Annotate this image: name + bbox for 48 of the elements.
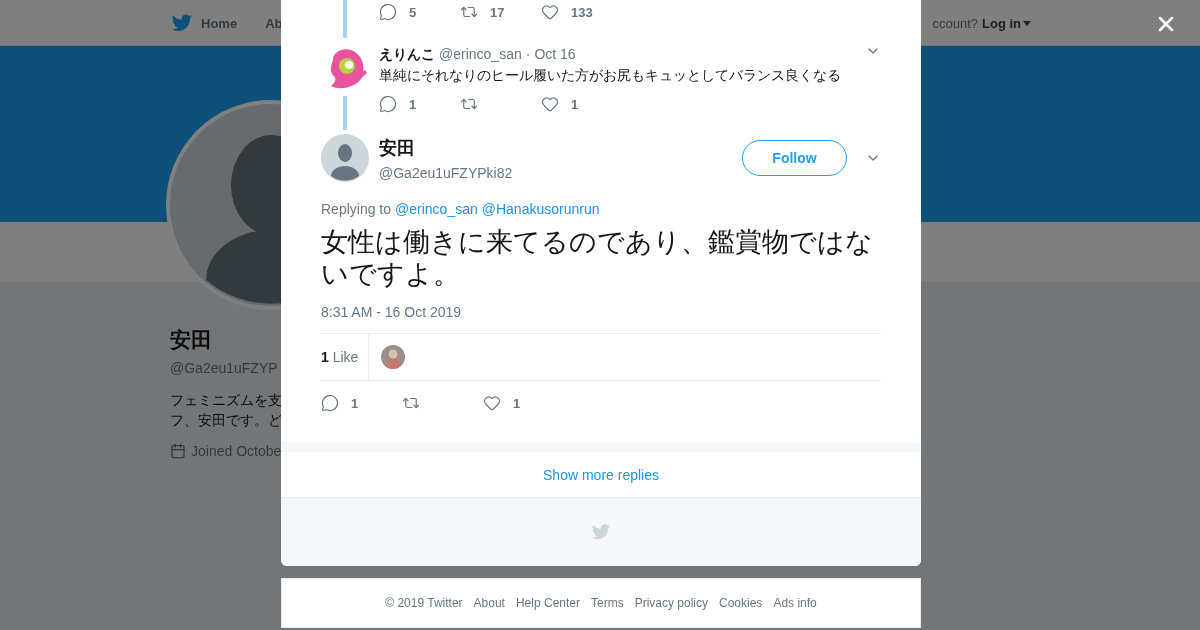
footer-link[interactable]: About <box>473 596 505 610</box>
calendar-icon <box>170 443 186 459</box>
heart-icon <box>541 3 559 21</box>
nav-link[interactable]: Home <box>171 12 238 34</box>
caret-icon <box>1023 20 1031 26</box>
reply-action[interactable]: 5 <box>379 3 460 21</box>
profile-bio: フェミニズムを支 フ、安田です。ど <box>170 391 282 430</box>
tweet-text: 女性は働きに来てるのであり、鑑賞物ではないですよ。 <box>321 226 874 290</box>
mention-link[interactable]: @erinco_san <box>395 201 478 217</box>
avatar <box>321 134 369 182</box>
reply-action[interactable]: 1 <box>379 95 460 113</box>
nav-link[interactable]: Ab <box>265 15 283 31</box>
heart-icon <box>483 394 501 412</box>
profile-name: 安田 <box>170 327 212 353</box>
retweet-action[interactable]: 17 <box>460 3 541 21</box>
reply-icon <box>379 3 397 21</box>
tweet-date: Oct 16 <box>534 46 576 62</box>
reply-action[interactable]: 1 <box>321 394 402 412</box>
like-action[interactable]: 133 <box>541 3 622 21</box>
heart-icon <box>541 95 559 113</box>
author-name: えりんこ <box>379 46 435 64</box>
reply-text: 単純にそれなりのヒール履いた方がお尻もキュッとしてバランス良くなる <box>379 67 842 85</box>
reply-icon <box>321 394 339 412</box>
like-action[interactable]: 1 <box>483 394 564 412</box>
footer-link[interactable]: © 2019 Twitter <box>385 596 463 610</box>
like-count[interactable]: 1 Like <box>321 334 370 380</box>
replying-label: Replying to <box>321 201 392 217</box>
footer-link[interactable]: Terms <box>591 596 624 610</box>
account-prompt: ccount? <box>932 15 978 31</box>
joined-date: Joined Octobe <box>191 443 282 459</box>
profile-handle: @Ga2eu1uFZYP <box>170 360 278 376</box>
liker-avatar[interactable] <box>381 345 406 369</box>
footer-link[interactable]: Privacy policy <box>634 596 708 610</box>
reply-icon <box>379 95 397 113</box>
author-handle: @erinco_san <box>439 46 522 62</box>
footer-link[interactable]: Help Center <box>515 596 580 610</box>
separator-dot: · <box>525 46 531 62</box>
like-action[interactable]: 1 <box>541 95 622 113</box>
footer-link[interactable]: Cookies <box>719 596 763 610</box>
author-name: 安田 <box>379 136 416 160</box>
follow-button[interactable]: Follow <box>742 140 847 176</box>
author-handle: @Ga2eu1uFZYPki82 <box>379 164 513 181</box>
mention-link[interactable]: @Hanakusorunrun <box>481 201 600 217</box>
bird-icon <box>171 12 193 34</box>
footer-link[interactable]: Ads info <box>773 596 817 610</box>
login-link[interactable]: Log in <box>982 15 1031 31</box>
tweet-timestamp: 8:31 AM - 16 Oct 2019 <box>321 304 463 320</box>
bird-icon <box>591 522 611 542</box>
